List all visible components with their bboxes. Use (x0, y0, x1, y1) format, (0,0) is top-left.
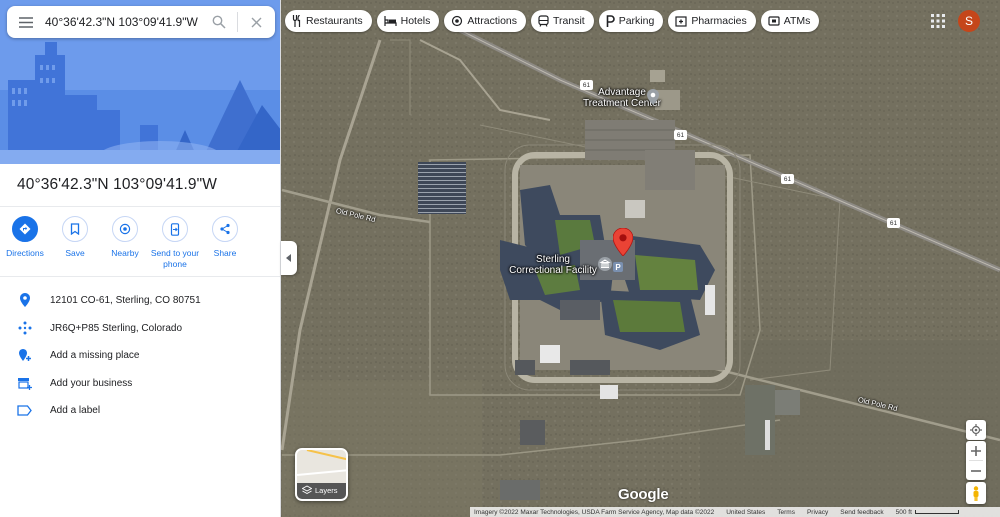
imagery-attribution: Imagery ©2022 Maxar Technologies, USDA F… (474, 508, 715, 516)
directions-icon (19, 223, 31, 235)
street-view-pegman[interactable] (966, 482, 986, 504)
layers-label: Layers (315, 485, 338, 495)
chip-parking[interactable]: Parking (598, 10, 664, 32)
action-buttons-row: Directions Save Nearby Send to your phon… (0, 216, 280, 270)
country-link[interactable]: United States (726, 509, 765, 516)
my-location-button[interactable] (966, 420, 986, 440)
map-footer: Imagery ©2022 Maxar Technologies, USDA F… (470, 507, 1000, 517)
address-row[interactable]: 12101 CO-61, Sterling, CO 80751 (0, 287, 280, 313)
route-shield-61: 61 (580, 80, 593, 90)
government-building-icon[interactable] (598, 257, 612, 276)
share-label: Share (213, 248, 237, 258)
place-details-panel: 40°36'42.3"N 103°09'41.9"W Directions Sa… (0, 0, 281, 517)
send-to-phone-label: Send to your phone (150, 248, 200, 269)
nearby-icon (119, 223, 131, 235)
apps-grid-icon[interactable] (928, 11, 948, 31)
storefront-icon (18, 377, 32, 390)
search-divider (237, 12, 238, 32)
chip-attractions[interactable]: Attractions (444, 10, 526, 32)
directions-label: Directions (6, 248, 44, 258)
minus-icon (971, 469, 981, 472)
plus-icon (971, 445, 981, 456)
add-business-text: Add your business (50, 377, 133, 389)
chip-label: Transit (553, 15, 585, 27)
save-label: Save (65, 248, 85, 258)
parking-marker-icon[interactable]: P (613, 259, 623, 277)
chip-label: Attractions (467, 15, 517, 27)
svg-text:P: P (615, 263, 621, 272)
menu-icon[interactable] (7, 6, 45, 38)
close-icon[interactable] (242, 6, 270, 38)
zoom-in-button[interactable] (971, 441, 981, 460)
pharmacy-icon (675, 16, 687, 27)
zoom-controls (966, 441, 986, 480)
atm-icon (768, 16, 780, 26)
category-chips: Restaurants Hotels Attractions Transit P… (285, 10, 820, 32)
poi-marker-icon[interactable] (647, 89, 659, 110)
route-shield-61: 61 (887, 218, 900, 228)
chip-label: ATMs (783, 15, 811, 27)
layers-icon (302, 485, 312, 495)
chip-label: Hotels (400, 15, 431, 27)
add-label-text: Add a label (50, 404, 101, 416)
privacy-link[interactable]: Privacy (807, 509, 828, 516)
transit-icon (538, 15, 549, 27)
save-button[interactable]: Save (50, 216, 100, 270)
pegman-icon (973, 485, 979, 501)
address-text: 12101 CO-61, Sterling, CO 80751 (50, 294, 201, 306)
place-title: 40°36'42.3"N 103°09'41.9"W (17, 176, 217, 193)
scale-label[interactable]: 500 ft (896, 509, 912, 516)
divider (0, 206, 280, 207)
add-missing-place-text: Add a missing place (50, 349, 140, 361)
nearby-label: Nearby (111, 248, 139, 258)
route-shield-61: 61 (781, 174, 794, 184)
plus-code-icon (18, 321, 31, 335)
bookmark-icon (70, 223, 80, 235)
add-label-row[interactable]: Add a label (0, 397, 280, 423)
chip-transit[interactable]: Transit (531, 10, 594, 32)
layers-button[interactable]: Layers (295, 448, 348, 501)
chip-hotels[interactable]: Hotels (376, 10, 440, 32)
zoom-out-button[interactable] (971, 461, 981, 480)
phone-icon (170, 222, 180, 236)
add-business-row[interactable]: Add your business (0, 370, 280, 396)
add-place-icon (18, 349, 31, 361)
scale-bar (914, 510, 959, 514)
attractions-icon (452, 15, 463, 27)
poi-label-sterling-correctional-facility[interactable]: Sterling Correctional Facility (505, 254, 601, 276)
route-shield-61: 61 (674, 130, 687, 140)
chip-atms[interactable]: ATMs (760, 10, 820, 32)
plus-code-row[interactable]: JR6Q+P85 Sterling, Colorado (0, 315, 280, 341)
parking-icon (606, 15, 615, 27)
location-pin-marker[interactable] (612, 227, 634, 261)
search-input[interactable] (45, 8, 205, 36)
share-icon (220, 223, 230, 235)
share-button[interactable]: Share (200, 216, 250, 270)
poi-label-advantage-treatment-center[interactable]: Advantage Treatment Center (566, 87, 678, 109)
nearby-button[interactable]: Nearby (100, 216, 150, 270)
send-to-phone-button[interactable]: Send to your phone (150, 216, 200, 270)
chip-pharmacies[interactable]: Pharmacies (668, 10, 756, 32)
my-location-icon (970, 424, 982, 436)
collapse-panel-button[interactable] (281, 241, 297, 275)
plus-code-text: JR6Q+P85 Sterling, Colorado (50, 322, 183, 334)
account-avatar[interactable]: S (958, 10, 980, 32)
label-icon (17, 404, 32, 416)
terms-link[interactable]: Terms (777, 509, 795, 516)
chip-restaurants[interactable]: Restaurants (285, 10, 372, 32)
chevron-left-icon (286, 254, 291, 262)
chip-label: Pharmacies (691, 15, 747, 27)
search-box[interactable] (7, 6, 275, 38)
restaurant-icon (292, 15, 301, 27)
add-missing-place-row[interactable]: Add a missing place (0, 342, 280, 368)
chip-label: Restaurants (306, 15, 363, 27)
divider (0, 276, 280, 277)
location-pin-icon (19, 293, 30, 307)
hotel-icon (384, 16, 397, 26)
send-feedback-link[interactable]: Send feedback (840, 509, 883, 516)
chip-label: Parking (618, 15, 655, 27)
search-icon[interactable] (205, 6, 233, 38)
google-logo: Google (618, 486, 669, 503)
directions-button[interactable]: Directions (0, 216, 50, 270)
